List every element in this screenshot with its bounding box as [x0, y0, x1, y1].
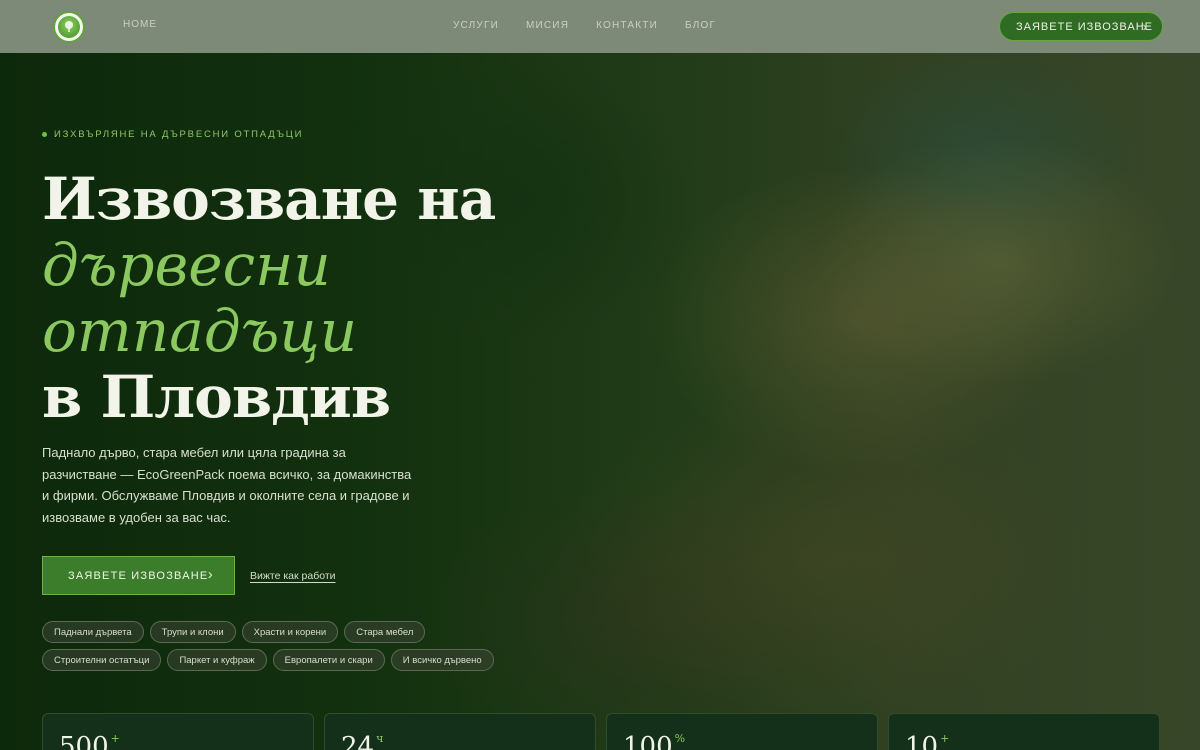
tag: Храсти и корени: [241, 621, 339, 643]
eyebrow-dot-icon: [42, 132, 47, 137]
stat-suffix: ч: [376, 732, 384, 745]
main-nav: УСЛУГИ МИСИЯ КОНТАКТИ БЛОГ: [453, 20, 743, 31]
logo[interactable]: [53, 11, 85, 43]
stat-card: 10 +: [888, 713, 1160, 750]
tag: Европалети и скари: [272, 649, 385, 671]
stat-suffix: %: [674, 732, 686, 745]
tag: Паднали дървета: [42, 621, 144, 643]
hero-eyebrow: ИЗХВЪРЛЯНЕ НА ДЪРВЕСНИ ОТПАДЪЦИ: [42, 129, 303, 140]
header-cta-button[interactable]: ЗАЯВЕТЕ ИЗВОЗВАНЕ ›: [999, 12, 1163, 41]
eyebrow-text: ИЗХВЪРЛЯНЕ НА ДЪРВЕСНИ ОТПАДЪЦИ: [54, 129, 304, 140]
stat-suffix: +: [110, 732, 120, 745]
stat-card: 100%: [606, 713, 878, 750]
nav-contacts[interactable]: КОНТАКТИ: [596, 20, 658, 31]
tag: Паркет и куфраж: [167, 649, 267, 671]
how-it-works-link[interactable]: Вижте как работи: [250, 570, 336, 582]
hero-description: Паднало дърво, стара мебел или цяла град…: [42, 445, 412, 525]
hero-title: Извозване на дървесни отпадъци в Пловдив: [42, 165, 496, 431]
stat-number: 24: [341, 732, 375, 750]
tree-logo-icon: [58, 16, 80, 38]
nav-blog[interactable]: БЛОГ: [685, 20, 716, 31]
title-line-2: дървесни: [42, 231, 331, 299]
title-line-4: в Пловдив: [42, 363, 391, 431]
tag: Строителни остатъци: [42, 649, 162, 671]
stat-card: 24 ч: [324, 713, 596, 750]
hero-cta-button[interactable]: ЗАЯВЕТЕ ИЗВОЗВАНЕ ›: [42, 556, 235, 595]
header-cta-label: ЗАЯВЕТЕ ИЗВОЗВАНЕ: [1016, 20, 1154, 33]
nav-services[interactable]: УСЛУГИ: [453, 20, 499, 31]
tag: Трупи и клони: [149, 621, 236, 643]
site-header: HOME УСЛУГИ МИСИЯ КОНТАКТИ БЛОГ ЗАЯВЕТЕ …: [0, 0, 1200, 53]
stat-card: 500 +: [42, 713, 314, 750]
tag: Стара мебел: [344, 621, 426, 643]
stat-suffix: +: [940, 732, 950, 745]
tag: И всичко дървено: [390, 649, 494, 671]
nav-mission[interactable]: МИСИЯ: [526, 20, 569, 31]
title-line-3: отпадъци: [42, 297, 358, 365]
service-tags: Паднали дървета Трупи и клони Храсти и к…: [42, 621, 502, 671]
hero-cta-label: ЗАЯВЕТЕ ИЗВОЗВАНЕ: [68, 569, 209, 582]
stats-row: 500 + 24 ч 100% 10 +: [42, 713, 1160, 750]
stat-number: 10: [905, 732, 939, 750]
nav-home[interactable]: HOME: [123, 19, 157, 30]
stat-number: 500: [59, 732, 109, 750]
stat-number: 100: [623, 732, 673, 750]
title-line-1: Извозване на: [42, 165, 496, 233]
chevron-right-icon: ›: [1142, 19, 1148, 34]
chevron-right-icon: ›: [207, 566, 214, 583]
